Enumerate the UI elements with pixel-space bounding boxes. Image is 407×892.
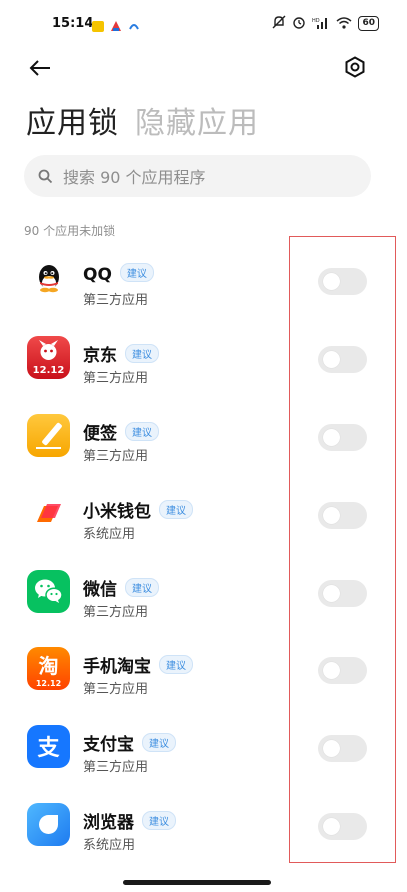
suggested-badge: 建议 — [142, 811, 176, 831]
app-name: 便签 建议 — [83, 419, 159, 444]
alipay-icon: 支 — [27, 725, 70, 769]
taobao-icon: 淘 12.12 — [27, 647, 70, 691]
wechat-icon — [27, 569, 70, 613]
suggested-badge: 建议 — [142, 733, 176, 753]
suggested-badge: 建议 — [125, 421, 159, 441]
alipay-icon-char: 支 — [37, 736, 60, 761]
notification-app-icon — [110, 17, 122, 36]
battery-indicator: 60 — [358, 16, 379, 31]
signal-icon: HD — [312, 16, 330, 32]
notes-icon — [27, 413, 70, 457]
mute-icon — [272, 15, 286, 32]
arrow-left-icon — [29, 60, 50, 76]
home-indicator[interactable] — [123, 880, 271, 885]
app-name: 浏览器 建议 — [83, 808, 176, 833]
list-header: 90 个应用未加锁 — [24, 224, 116, 238]
suggested-badge: 建议 — [119, 263, 154, 282]
wifi-icon — [336, 16, 352, 32]
app-name: 京东 建议 — [83, 341, 159, 366]
hexagon-settings-icon — [345, 56, 365, 78]
notification-app-icon — [92, 21, 104, 32]
app-type: 系统应用 — [83, 838, 136, 854]
settings-button[interactable] — [339, 51, 371, 83]
jd-icon-text: 12.12 — [33, 365, 65, 376]
app-type: 第三方应用 — [83, 682, 149, 698]
app-type: 第三方应用 — [83, 293, 149, 308]
jd-icon: 12.12 — [27, 335, 70, 379]
status-bar: 15:14 HD 60 — [0, 0, 407, 48]
app-type: 第三方应用 — [83, 370, 149, 386]
notification-icons — [92, 17, 140, 36]
app-type: 系统应用 — [83, 526, 136, 542]
search-icon — [38, 169, 53, 183]
tab-hidden-apps[interactable]: 隐藏应用 — [135, 98, 259, 142]
status-time: 15:14 — [52, 16, 94, 31]
app-name: 小米钱包 建议 — [83, 497, 193, 522]
app-name: QQ 建议 — [83, 263, 154, 285]
suggested-badge: 建议 — [125, 343, 159, 363]
app-name: 手机淘宝 建议 — [83, 652, 193, 677]
browser-icon — [27, 803, 70, 847]
tabs: 应用锁 隐藏应用 — [26, 98, 259, 142]
search-input[interactable]: 搜索 90 个应用程序 — [24, 155, 371, 197]
mi-wallet-icon — [27, 491, 70, 535]
suggested-badge: 建议 — [125, 577, 159, 597]
taobao-icon-sub: 12.12 — [36, 679, 61, 688]
app-name: 微信 建议 — [83, 575, 159, 600]
tab-app-lock[interactable]: 应用锁 — [26, 98, 119, 142]
suggested-badge: 建议 — [159, 499, 193, 519]
alarm-icon — [292, 15, 306, 32]
search-placeholder: 搜索 90 个应用程序 — [63, 168, 206, 187]
back-button[interactable] — [24, 52, 56, 84]
notification-app-icon — [128, 17, 140, 36]
taobao-icon-char: 淘 — [39, 654, 59, 678]
app-type: 第三方应用 — [83, 604, 149, 620]
svg-text:HD: HD — [312, 18, 320, 24]
app-type: 第三方应用 — [83, 760, 149, 776]
app-type: 第三方应用 — [83, 448, 149, 464]
qq-icon — [27, 258, 70, 301]
highlight-annotation-box — [289, 236, 396, 863]
system-status-icons: HD 60 — [272, 15, 379, 32]
suggested-badge: 建议 — [159, 655, 193, 675]
app-name: 支付宝 建议 — [83, 730, 176, 755]
